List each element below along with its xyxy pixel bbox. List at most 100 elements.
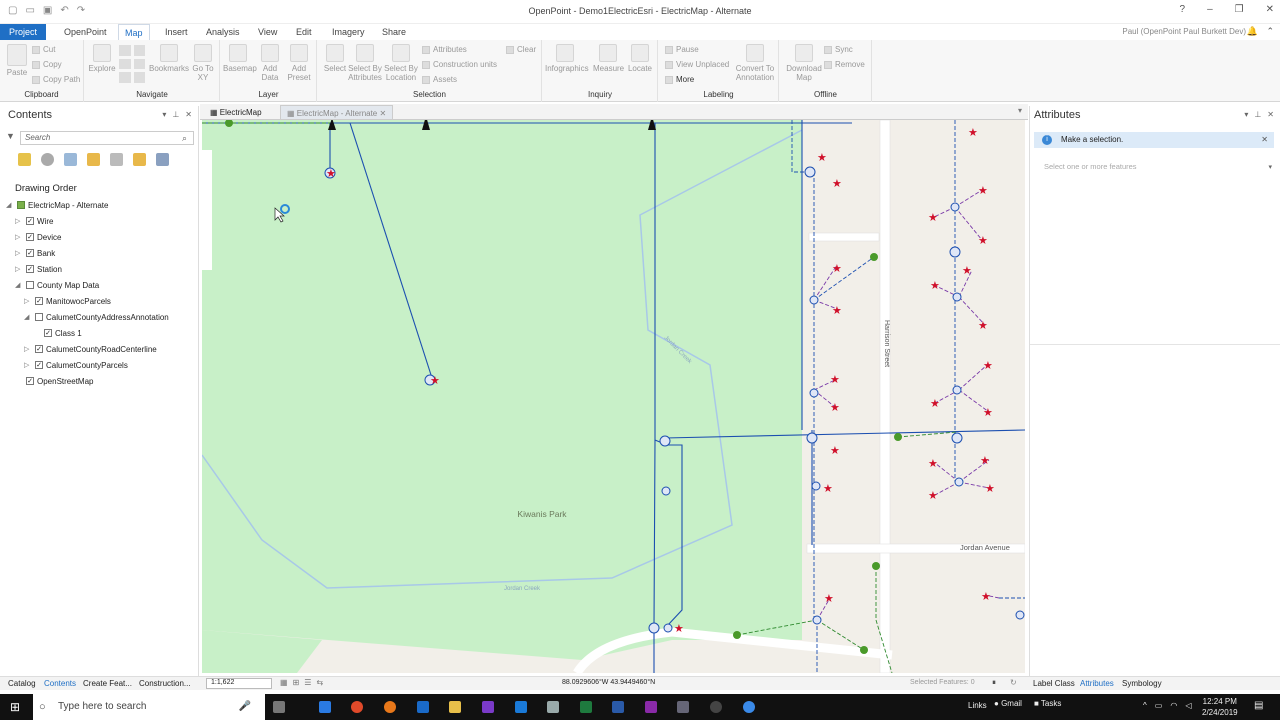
charts-icon[interactable] [156, 153, 169, 166]
add-preset-button[interactable]: Add Preset [284, 44, 314, 82]
windows-start-icon[interactable]: ⊞ [10, 700, 20, 714]
arcgis-pro-icon[interactable] [743, 701, 755, 713]
select-by-location-button[interactable]: Select By Location [384, 44, 418, 82]
tab-electricmap-alternate[interactable]: ▦ ElectricMap - Alternate ✕ [280, 105, 394, 120]
layer-row[interactable]: ▷ ✓ Bank [15, 246, 55, 260]
infographics-button[interactable]: Infographics [545, 44, 589, 73]
banner-close-icon[interactable]: ✕ [1261, 132, 1268, 148]
layer-visibility-checkbox[interactable] [35, 313, 43, 321]
tab-symbology[interactable]: Symbology [1122, 679, 1162, 688]
copy-button[interactable]: Copy [32, 60, 62, 69]
bell-icon[interactable]: 🔔 [1247, 26, 1258, 37]
pane-close-icon[interactable]: ✕ [1267, 110, 1274, 119]
pin-icon[interactable]: ⊥ [1254, 110, 1261, 119]
coordinate-readout[interactable]: 88.0929606°W 43.9449460°N [562, 679, 655, 686]
pane-close-icon[interactable]: ✕ [185, 110, 192, 119]
tab-view[interactable]: View [258, 27, 277, 37]
measure-button[interactable]: Measure [593, 44, 624, 73]
expand-toggle-icon[interactable]: ◢ [15, 281, 23, 289]
sync-button[interactable]: Sync [824, 45, 853, 54]
layer-visibility-checkbox[interactable]: ✓ [26, 233, 34, 241]
file-explorer-icon[interactable] [449, 701, 461, 713]
zoom-buttons[interactable] [119, 45, 145, 83]
more-button[interactable]: More [665, 75, 694, 84]
expand-toggle-icon[interactable]: ▷ [15, 217, 23, 225]
layer-row[interactable]: ◢ ElectricMap - Alternate [6, 198, 108, 212]
maximize-button[interactable]: ❐ [1235, 4, 1244, 15]
contents-search-input[interactable]: Search ⌕ [20, 131, 194, 145]
attributes-button[interactable]: Attributes [422, 45, 467, 54]
refresh-view-icon[interactable]: ⇆ [316, 678, 323, 687]
visual-studio-icon[interactable] [482, 701, 494, 713]
layer-visibility-checkbox[interactable]: ✓ [26, 265, 34, 273]
tab-openpoint[interactable]: OpenPoint [64, 27, 107, 37]
grid-icon[interactable]: ▦ [280, 678, 288, 687]
chrome-icon[interactable] [351, 701, 363, 713]
bookmarks-button[interactable]: Bookmarks [149, 44, 189, 73]
expand-toggle-icon[interactable]: ◢ [6, 201, 14, 209]
feature-selector[interactable]: Select one or more features [1044, 162, 1137, 171]
tab-project[interactable]: Project [0, 24, 46, 40]
chevron-down-icon[interactable]: ▾ [1268, 163, 1272, 171]
tool-icon[interactable] [547, 701, 559, 713]
list-icon[interactable]: ☰ [304, 678, 311, 687]
expand-toggle-icon[interactable]: ▷ [15, 233, 23, 241]
tab-catalog[interactable]: Catalog [8, 679, 36, 688]
layer-row[interactable]: ◢ County Map Data [15, 278, 99, 292]
edge-icon[interactable] [319, 701, 331, 713]
expand-toggle-icon[interactable]: ▷ [24, 297, 32, 305]
copy-path-button[interactable]: Copy Path [32, 75, 80, 84]
microphone-icon[interactable]: 🎤 [239, 694, 251, 720]
data-source-icon[interactable] [41, 153, 54, 166]
layer-visibility-checkbox[interactable]: ✓ [35, 361, 43, 369]
snapping-icon[interactable] [110, 153, 123, 166]
select-button[interactable]: Select [320, 44, 350, 73]
assets-button[interactable]: Assets [422, 75, 457, 84]
view-unplaced-button[interactable]: View Unplaced [665, 60, 729, 69]
taskbar-search-input[interactable]: ○ Type here to search 🎤 [33, 694, 265, 720]
layer-row[interactable]: ◢ CalumetCountyAddressAnnotation [24, 310, 169, 324]
select-by-attributes-button[interactable]: Select By Attributes [348, 44, 382, 82]
tab-label-class[interactable]: Label Class [1033, 679, 1075, 688]
help-button[interactable]: ? [1180, 4, 1186, 15]
drawing-order-icon[interactable] [18, 153, 31, 166]
filter-icon[interactable]: ▼ [6, 131, 15, 143]
tab-insert[interactable]: Insert [165, 27, 188, 37]
wifi-icon[interactable]: ◠ [1170, 701, 1177, 710]
layer-visibility-checkbox[interactable] [26, 281, 34, 289]
user-name[interactable]: Paul (OpenPoint Paul Burkett Dev) [1122, 27, 1246, 36]
task-view-icon[interactable] [273, 701, 285, 713]
clock[interactable]: 12:24 PM 2/24/2019 [1202, 696, 1238, 718]
overview-icon[interactable]: ⊞ [293, 678, 300, 687]
tab-edit[interactable]: Edit [296, 27, 312, 37]
editing-icon[interactable] [87, 153, 100, 166]
arcgis-icon[interactable] [710, 701, 722, 713]
layer-row[interactable]: ▷ ✓ CalumetCountyRoadCenterline [24, 342, 157, 356]
expand-toggle-icon[interactable]: ▷ [15, 265, 23, 273]
tab-imagery[interactable]: Imagery [332, 27, 365, 37]
remove-button[interactable]: Remove [824, 60, 865, 69]
tab-close-icon[interactable]: ✕ [380, 109, 387, 118]
clear-button[interactable]: Clear [506, 45, 536, 54]
layer-visibility-checkbox[interactable]: ✓ [35, 345, 43, 353]
tab-create-features[interactable]: Create Feat... [83, 679, 132, 688]
expand-toggle-icon[interactable]: ▷ [24, 345, 32, 353]
tasks-link[interactable]: ■ Tasks [1034, 699, 1061, 708]
layer-visibility-checkbox[interactable]: ✓ [44, 329, 52, 337]
gmail-link[interactable]: ● Gmail [994, 699, 1022, 708]
tab-map[interactable]: Map [118, 24, 150, 40]
expand-toggle-icon[interactable]: ▷ [15, 249, 23, 257]
network-icon[interactable]: ▭ [1155, 701, 1163, 710]
tab-menu-icon[interactable]: ▾ [1018, 106, 1022, 115]
onenote-icon[interactable] [645, 701, 657, 713]
layer-row[interactable]: ✓ Class 1 [33, 326, 82, 340]
scale-selector[interactable]: 1:1,622 [206, 678, 272, 689]
pane-menu-icon[interactable]: ▾ [162, 110, 166, 119]
locate-button[interactable]: Locate [625, 44, 655, 73]
search-icon[interactable]: ⌕ [182, 133, 187, 144]
expand-toggle-icon[interactable]: ◢ [24, 313, 32, 321]
add-data-button[interactable]: Add Data [255, 44, 285, 82]
layer-visibility-checkbox[interactable]: ✓ [26, 377, 34, 385]
attributes-divider[interactable] [1030, 344, 1280, 345]
download-map-button[interactable]: Download Map [784, 44, 824, 82]
